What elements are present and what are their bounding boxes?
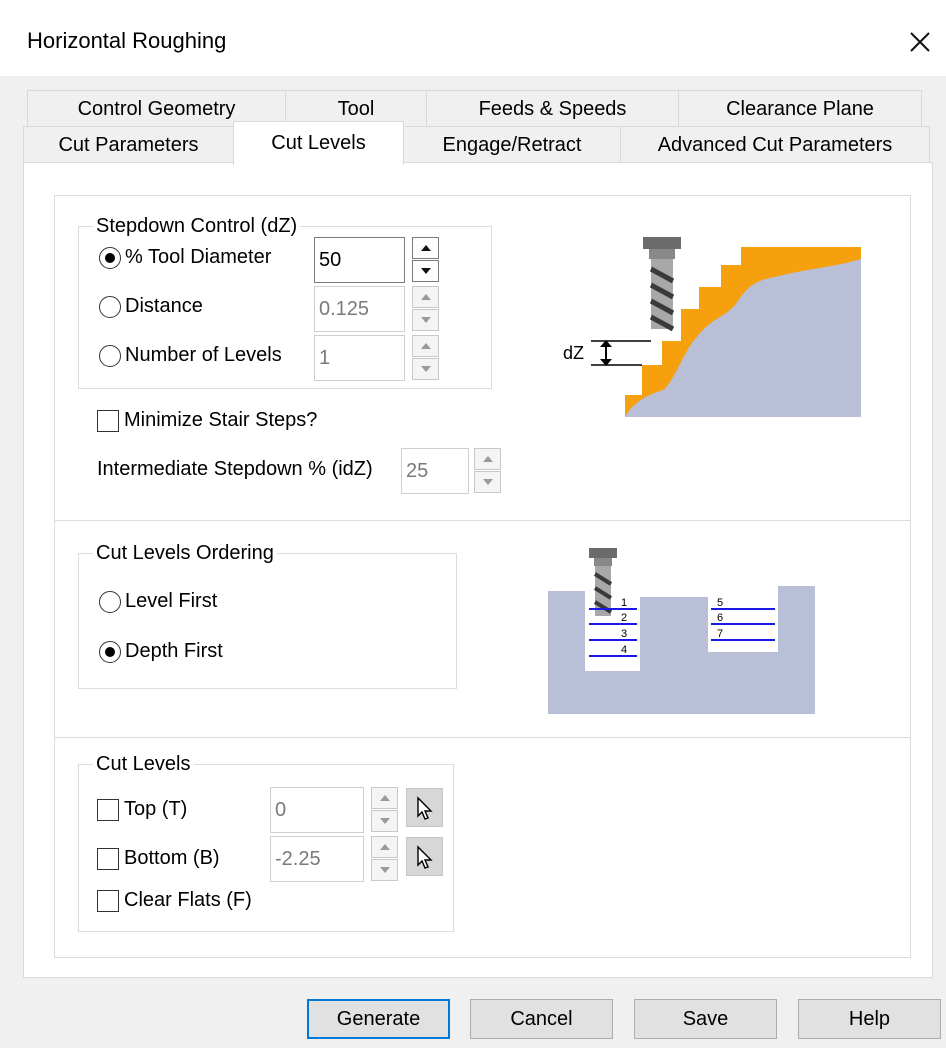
cut-levels-ordering-group: Cut Levels Ordering Level First Depth Fi…	[78, 540, 457, 689]
tool-diameter-input[interactable]: 50	[314, 237, 405, 283]
bottom-input[interactable]: -2.25	[270, 836, 364, 882]
intermediate-stepdown-spinner[interactable]	[474, 448, 501, 494]
svg-text:1: 1	[621, 597, 627, 609]
radio-dot	[99, 590, 121, 613]
spin-down-icon[interactable]	[412, 260, 439, 282]
generate-button[interactable]: Generate	[307, 999, 450, 1039]
number-of-levels-spinner[interactable]	[412, 335, 439, 381]
distance-input[interactable]: 0.125	[314, 286, 405, 332]
checkbox-box	[97, 847, 119, 870]
tab-feeds-speeds[interactable]: Feeds & Speeds	[426, 90, 679, 128]
top-spinner[interactable]	[371, 787, 398, 833]
bottom-checkbox[interactable]: Bottom (B)	[97, 847, 220, 870]
svg-text:3: 3	[621, 628, 627, 640]
svg-text:5: 5	[717, 597, 723, 609]
distance-spinner[interactable]	[412, 286, 439, 332]
spin-down-icon[interactable]	[371, 810, 398, 832]
cut-levels-panel: Stepdown Control (dZ) % Tool Diameter 50…	[23, 162, 933, 978]
help-button[interactable]: Help	[798, 999, 941, 1039]
stepdown-section: Stepdown Control (dZ) % Tool Diameter 50…	[54, 195, 911, 521]
radio-number-of-levels[interactable]: Number of Levels	[99, 344, 282, 367]
spin-down-icon[interactable]	[474, 471, 501, 493]
stepdown-illustration: dZ	[535, 229, 865, 425]
save-button[interactable]: Save	[634, 999, 777, 1039]
ordering-illustration: 1 2 3 4 5 6 7	[545, 546, 820, 722]
cut-levels-legend: Cut Levels	[93, 751, 194, 777]
spin-up-icon[interactable]	[412, 335, 439, 357]
checkbox-box	[97, 889, 119, 912]
pick-bottom-cursor-icon[interactable]	[406, 837, 443, 876]
close-icon[interactable]	[902, 24, 938, 60]
top-input[interactable]: 0	[270, 787, 364, 833]
cancel-button[interactable]: Cancel	[470, 999, 613, 1039]
radio-dot	[99, 344, 121, 367]
cut-levels-group: Cut Levels Top (T) 0 Bottom (B) -2.25 Cl…	[78, 751, 454, 932]
spin-up-icon[interactable]	[474, 448, 501, 470]
clear-flats-checkbox[interactable]: Clear Flats (F)	[97, 889, 252, 912]
spin-down-icon[interactable]	[412, 358, 439, 380]
intermediate-stepdown-input[interactable]: 25	[401, 448, 469, 494]
title-bar: Horizontal Roughing	[0, 0, 946, 76]
number-of-levels-input[interactable]: 1	[314, 335, 405, 381]
svg-text:4: 4	[621, 644, 627, 656]
ordering-section: Cut Levels Ordering Level First Depth Fi…	[54, 520, 911, 738]
tool-diameter-spinner[interactable]	[412, 237, 439, 283]
minimize-stair-steps-checkbox[interactable]: Minimize Stair Steps?	[97, 409, 317, 432]
cut-levels-ordering-legend: Cut Levels Ordering	[93, 540, 277, 566]
svg-text:6: 6	[717, 612, 723, 624]
intermediate-stepdown-label: Intermediate Stepdown % (idZ)	[97, 458, 373, 480]
tab-engage-retract[interactable]: Engage/Retract	[403, 126, 621, 164]
spin-up-icon[interactable]	[412, 286, 439, 308]
pick-top-cursor-icon[interactable]	[406, 788, 443, 827]
tab-advanced-cut-parameters[interactable]: Advanced Cut Parameters	[620, 126, 930, 164]
cut-levels-section: Cut Levels Top (T) 0 Bottom (B) -2.25 Cl…	[54, 737, 911, 958]
checkbox-box	[97, 409, 119, 432]
spin-up-icon[interactable]	[371, 836, 398, 858]
checkbox-box	[97, 798, 119, 821]
stepdown-control-legend: Stepdown Control (dZ)	[93, 213, 301, 239]
radio-tool-diameter[interactable]: % Tool Diameter	[99, 246, 271, 269]
spin-down-icon[interactable]	[371, 859, 398, 881]
spin-down-icon[interactable]	[412, 309, 439, 331]
spin-up-icon[interactable]	[412, 237, 439, 259]
radio-dot	[99, 295, 121, 318]
tab-clearance-plane[interactable]: Clearance Plane	[678, 90, 922, 128]
dz-label: dZ	[563, 343, 584, 363]
top-checkbox[interactable]: Top (T)	[97, 798, 187, 821]
window-title: Horizontal Roughing	[27, 28, 227, 53]
radio-dot	[99, 640, 121, 663]
bottom-spinner[interactable]	[371, 836, 398, 882]
svg-text:2: 2	[621, 612, 627, 624]
radio-level-first[interactable]: Level First	[99, 590, 217, 613]
radio-dot	[99, 246, 121, 269]
tab-cut-parameters[interactable]: Cut Parameters	[23, 126, 234, 164]
radio-distance[interactable]: Distance	[99, 295, 203, 318]
radio-depth-first[interactable]: Depth First	[99, 640, 223, 663]
svg-text:7: 7	[717, 628, 723, 640]
spin-up-icon[interactable]	[371, 787, 398, 809]
tab-cut-levels[interactable]: Cut Levels	[233, 121, 404, 165]
stepdown-control-group: Stepdown Control (dZ) % Tool Diameter 50…	[78, 213, 492, 389]
